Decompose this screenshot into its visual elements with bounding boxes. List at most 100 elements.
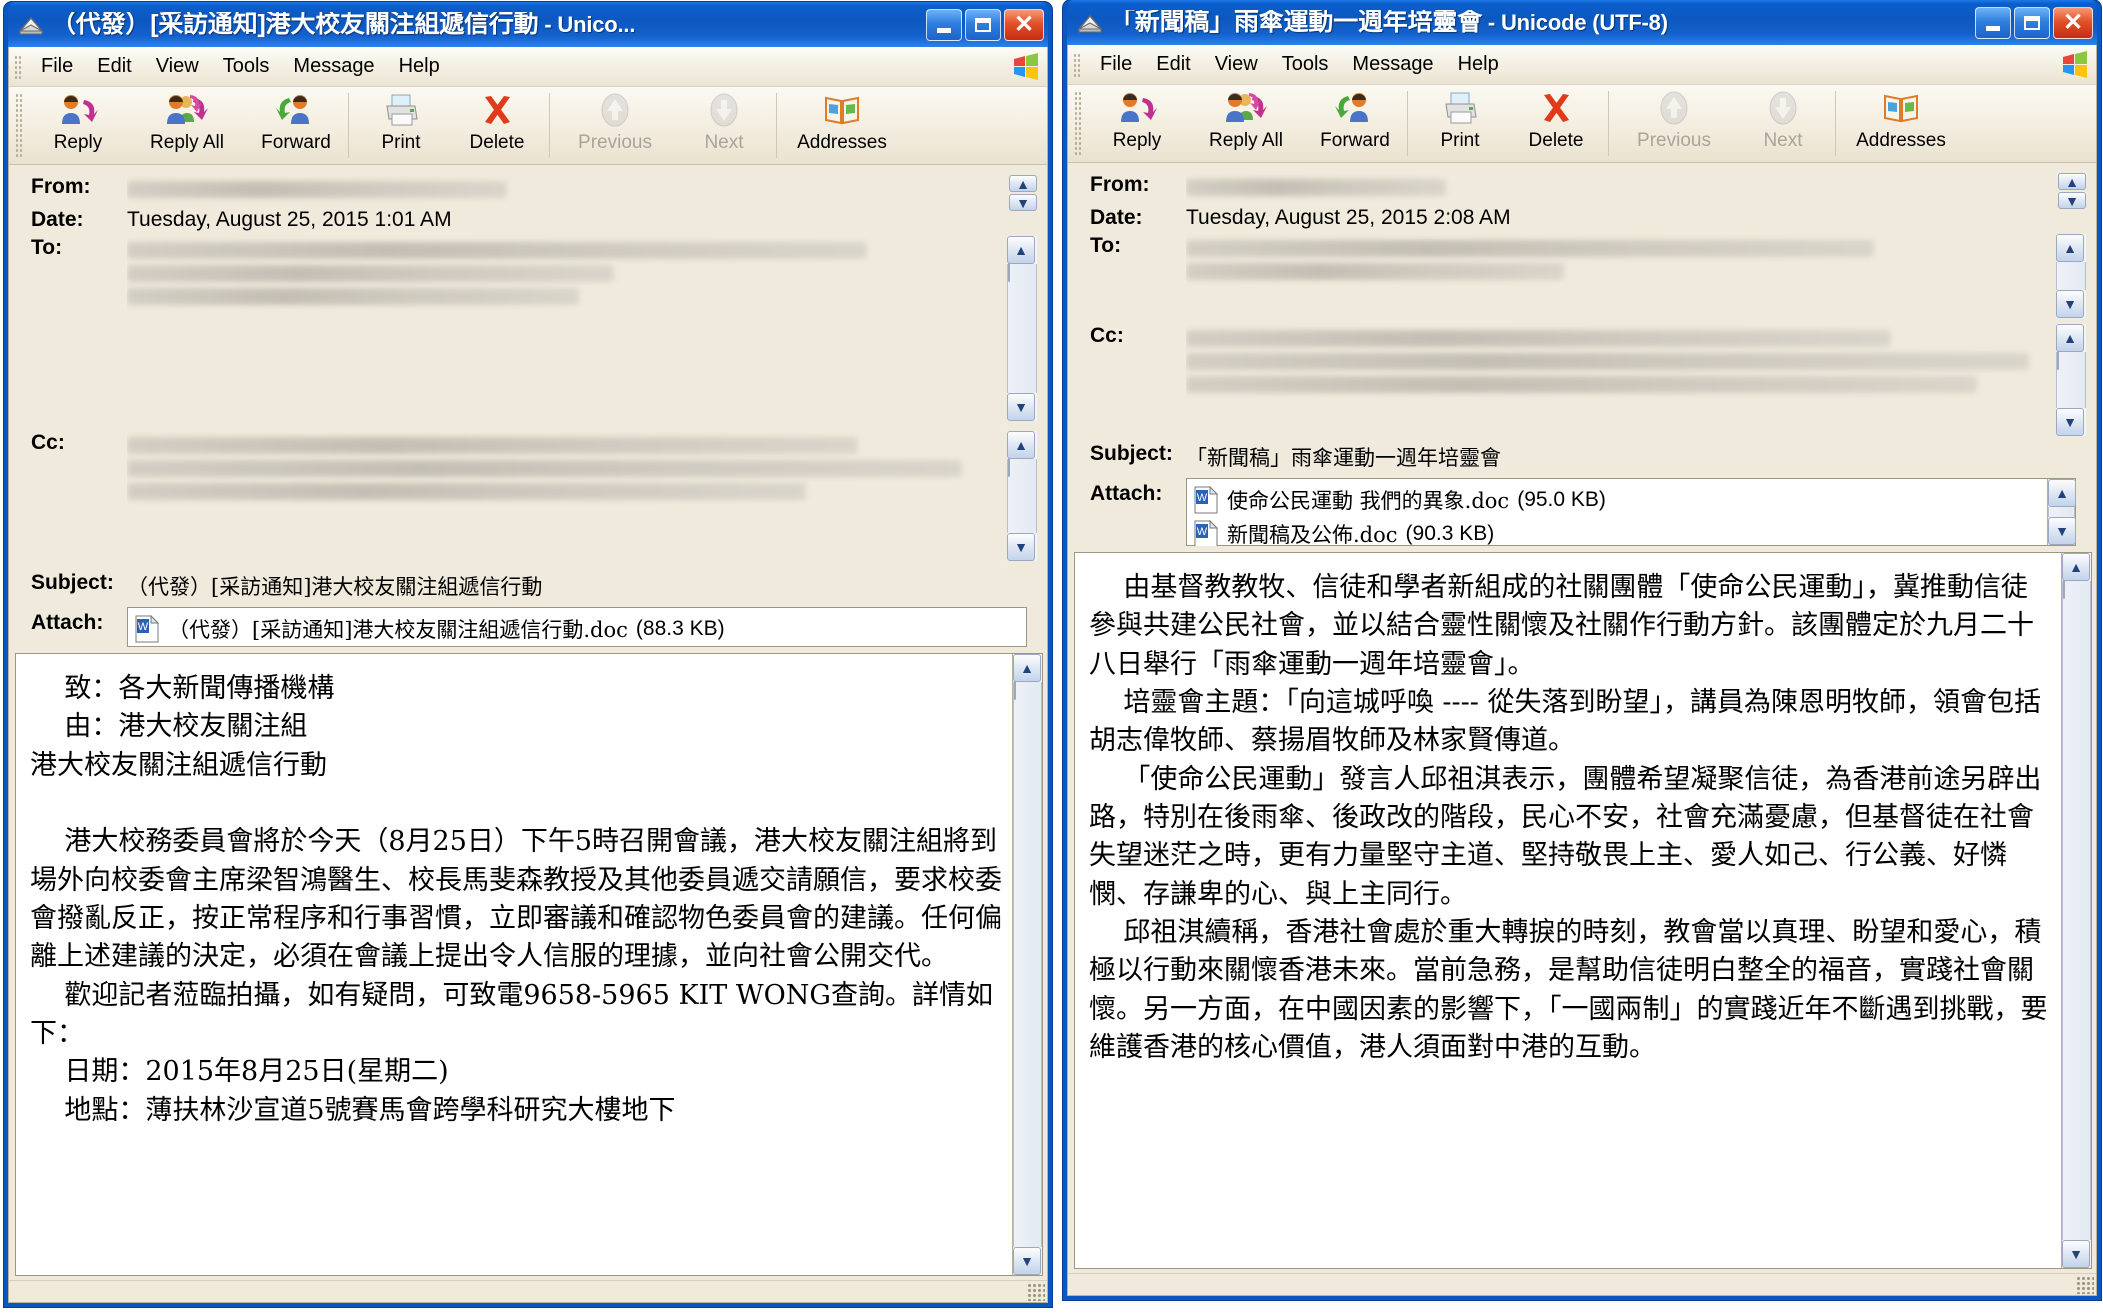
close-button[interactable]: ✕ — [2053, 6, 2093, 39]
attachment-item[interactable]: W （代發）[采訪通知]港大校友關注組遞信行動.doc (88.3 KB) — [134, 612, 1020, 646]
cc-scrollbar[interactable]: ▲ ▼ — [2056, 324, 2086, 436]
window-controls-left: ✕ — [926, 8, 1044, 41]
to-scroll-down[interactable]: ▼ — [2056, 290, 2084, 318]
header-spin-up[interactable]: ▲ — [1009, 175, 1037, 192]
menu-tools[interactable]: Tools — [211, 52, 282, 81]
word-document-icon: W — [134, 614, 160, 643]
date-label: Date: — [1090, 206, 1143, 229]
addresses-button[interactable]: Addresses — [1840, 85, 1962, 162]
body-scroll-down[interactable]: ▼ — [2062, 1240, 2090, 1268]
reply-icon — [1117, 89, 1157, 127]
cc-scroll-up[interactable]: ▲ — [1007, 431, 1035, 459]
previous-label: Previous — [1637, 130, 1711, 151]
addresses-label: Addresses — [1856, 130, 1946, 151]
addresses-button[interactable]: Addresses — [781, 87, 903, 164]
to-value[interactable] — [127, 232, 1047, 311]
cc-scroll-down[interactable]: ▼ — [1007, 533, 1035, 561]
resize-grip[interactable] — [1027, 1283, 1045, 1301]
forward-button[interactable]: Forward — [248, 87, 344, 164]
cc-scroll-thumb[interactable] — [1008, 458, 1010, 477]
close-button[interactable]: ✕ — [1004, 8, 1044, 41]
menu-edit[interactable]: Edit — [1144, 50, 1202, 79]
reply-all-button[interactable]: Reply All — [126, 87, 248, 164]
menu-tools[interactable]: Tools — [1270, 50, 1341, 79]
header-spin-up[interactable]: ▲ — [2058, 173, 2086, 190]
cc-scrollbar[interactable]: ▲ ▼ — [1007, 431, 1037, 561]
reply-button[interactable]: Reply — [1089, 85, 1185, 162]
body-scrollbar-left[interactable]: ▲ ▼ — [1012, 654, 1042, 1275]
menu-file[interactable]: File — [29, 52, 85, 81]
body-scroll-track[interactable] — [1013, 681, 1042, 1247]
next-button[interactable]: Next — [1735, 85, 1831, 162]
titlebar-right[interactable]: 「新聞稿」雨傘運動一週年培靈會 - Unicode (UTF-8) ✕ — [1067, 0, 2097, 45]
cc-scroll-thumb[interactable] — [2057, 351, 2059, 370]
to-scroll-track[interactable] — [1007, 263, 1037, 393]
body-scroll-thumb[interactable] — [2063, 580, 2065, 599]
delete-button[interactable]: Delete — [1508, 85, 1604, 162]
forward-button[interactable]: Forward — [1307, 85, 1403, 162]
cc-value[interactable] — [127, 427, 1047, 506]
previous-button[interactable]: Previous — [1613, 85, 1735, 162]
to-scroll-track[interactable] — [2056, 262, 2086, 290]
maximize-button[interactable] — [965, 8, 1001, 41]
to-scroll-down[interactable]: ▼ — [1007, 393, 1035, 421]
reply-all-button[interactable]: Reply All — [1185, 85, 1307, 162]
addresses-label: Addresses — [797, 132, 887, 153]
next-button[interactable]: Next — [676, 87, 772, 164]
menu-view[interactable]: View — [144, 52, 211, 81]
cc-scroll-track[interactable] — [1007, 458, 1037, 533]
cc-scroll-track[interactable] — [2056, 351, 2086, 408]
menu-file[interactable]: File — [1088, 50, 1144, 79]
menu-message[interactable]: Message — [281, 52, 386, 81]
delete-button[interactable]: Delete — [449, 87, 545, 164]
body-scroll-down[interactable]: ▼ — [1013, 1247, 1041, 1275]
toolbar-grip[interactable] — [1074, 91, 1083, 156]
maximize-button[interactable] — [2014, 6, 2050, 39]
attachment-scrollbar[interactable]: ▲ ▼ — [2047, 479, 2076, 545]
cc-value[interactable] — [1186, 320, 2096, 399]
menu-help[interactable]: Help — [1446, 50, 1511, 79]
to-scrollbar[interactable]: ▲ ▼ — [1007, 236, 1037, 421]
reply-icon — [58, 91, 98, 129]
to-scroll-thumb[interactable] — [1008, 263, 1010, 282]
cc-scroll-down[interactable]: ▼ — [2056, 408, 2084, 436]
body-scroll-up[interactable]: ▲ — [1013, 654, 1041, 682]
print-button[interactable]: Print — [353, 87, 449, 164]
attachment-scroll-up[interactable]: ▲ — [2048, 479, 2076, 507]
attachment-item[interactable]: W 使命公民運動 我們的異象.doc (95.0 KB) — [1193, 483, 2041, 517]
menu-view[interactable]: View — [1203, 50, 1270, 79]
menu-help[interactable]: Help — [387, 52, 452, 81]
menu-grip[interactable] — [14, 54, 23, 79]
menu-edit[interactable]: Edit — [85, 52, 143, 81]
body-scrollbar-right[interactable]: ▲ ▼ — [2061, 553, 2091, 1268]
body-scroll-track[interactable] — [2062, 580, 2091, 1240]
svg-text:W: W — [1197, 492, 1208, 504]
print-button[interactable]: Print — [1412, 85, 1508, 162]
svg-text:W: W — [1197, 526, 1208, 538]
menu-message[interactable]: Message — [1340, 50, 1445, 79]
to-scroll-up[interactable]: ▲ — [1007, 236, 1035, 264]
to-scrollbar[interactable]: ▲ ▼ — [2056, 234, 2086, 318]
reply-button[interactable]: Reply — [30, 87, 126, 164]
reply-all-label: Reply All — [150, 132, 224, 153]
arrow-up-icon — [595, 91, 635, 129]
to-scroll-up[interactable]: ▲ — [2056, 234, 2084, 262]
cc-scroll-up[interactable]: ▲ — [2056, 324, 2084, 352]
attachment-box[interactable]: W （代發）[采訪通知]港大校友關注組遞信行動.doc (88.3 KB) — [127, 607, 1027, 647]
toolbar-grip[interactable] — [15, 93, 24, 158]
body-scroll-up[interactable]: ▲ — [2062, 553, 2090, 581]
attachment-item[interactable]: W 新聞稿及公佈.doc (90.3 KB) — [1193, 517, 2041, 546]
menu-grip[interactable] — [1073, 52, 1082, 77]
attachment-box[interactable]: W 使命公民運動 我們的異象.doc (95.0 KB) W 新聞稿及公佈.do… — [1186, 478, 2076, 546]
date-value: Tuesday, August 25, 2015 1:01 AM — [127, 208, 452, 231]
subject-row: Subject: 「新聞稿」雨傘運動一週年培靈會 — [1068, 438, 2096, 472]
titlebar-left[interactable]: （代發）[采訪通知]港大校友關注組遞信行動 - Unico... ✕ — [8, 2, 1048, 47]
resize-grip[interactable] — [2076, 1276, 2094, 1294]
attachment-scroll-track[interactable] — [2048, 507, 2075, 517]
to-value[interactable] — [1186, 230, 2096, 286]
minimize-button[interactable] — [1975, 6, 2011, 39]
body-scroll-thumb[interactable] — [1014, 681, 1016, 700]
attachment-scroll-down[interactable]: ▼ — [2048, 517, 2076, 545]
previous-button[interactable]: Previous — [554, 87, 676, 164]
minimize-button[interactable] — [926, 8, 962, 41]
